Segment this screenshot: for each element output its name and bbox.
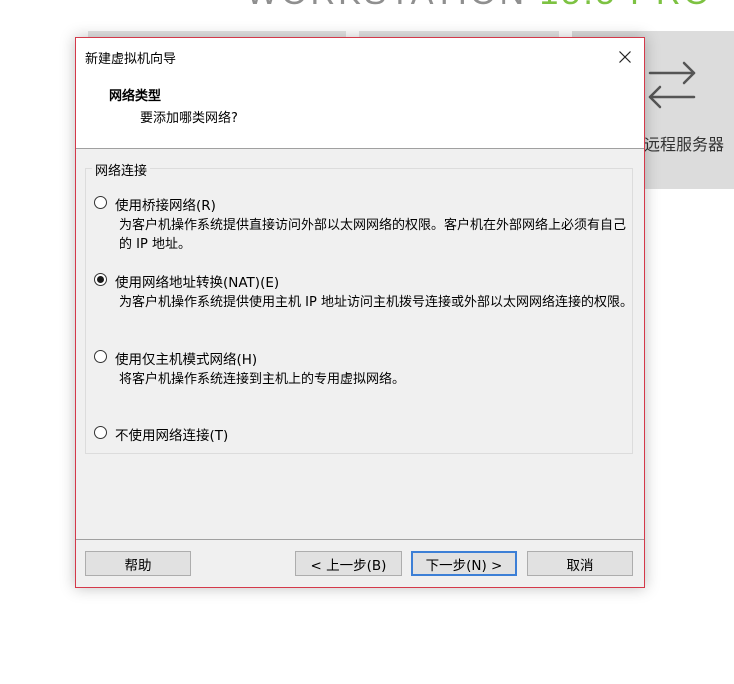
new-vm-wizard-dialog: 新建虚拟机向导 网络类型 要添加哪类网络? 网络连接 使用桥接网络(R) 为客户… xyxy=(75,37,645,588)
remote-server-label: 远程服务器 xyxy=(644,135,725,154)
dialog-title: 新建虚拟机向导 xyxy=(85,52,177,67)
group-label: 网络连接 xyxy=(92,160,151,179)
remote-server-arrows-icon xyxy=(648,61,696,109)
radio-host-only[interactable] xyxy=(94,350,107,363)
footer-divider xyxy=(76,539,644,540)
next-button[interactable]: 下一步(N) > xyxy=(411,551,517,576)
option-description: 为客户机操作系统提供使用主机 IP 地址访问主机拨号连接或外部以太网网络连接的权… xyxy=(119,295,633,310)
brand-edition: PRO xyxy=(630,0,713,12)
option-description: 为客户机操作系统提供直接访问外部以太网网络的权限。客户机在外部网络上必须有自己的… xyxy=(119,218,627,252)
help-button[interactable]: 帮助 xyxy=(85,551,191,576)
page-subheading: 要添加哪类网络? xyxy=(140,111,238,126)
page-heading: 网络类型 xyxy=(109,89,162,104)
option-description: 将客户机操作系统连接到主机上的专用虚拟网络。 xyxy=(119,372,406,387)
network-connection-group: 网络连接 使用桥接网络(R) 为客户机操作系统提供直接访问外部以太网网络的权限。… xyxy=(85,160,633,454)
option-label[interactable]: 使用网络地址转换(NAT)(E) xyxy=(115,271,279,291)
close-icon xyxy=(619,51,631,63)
radio-nat[interactable] xyxy=(94,273,107,286)
close-button[interactable] xyxy=(612,44,638,70)
app-brand-logo: WORKSTATION 15.5 PRO xyxy=(246,0,713,13)
dialog-header: 新建虚拟机向导 网络类型 要添加哪类网络? xyxy=(76,38,644,149)
brand-product: WORKSTATION xyxy=(246,0,527,12)
option-label[interactable]: 使用仅主机模式网络(H) xyxy=(115,348,257,368)
radio-no-network[interactable] xyxy=(94,426,107,439)
brand-version: 15.5 xyxy=(540,0,618,12)
radio-bridged[interactable] xyxy=(94,196,107,209)
option-label[interactable]: 不使用网络连接(T) xyxy=(115,424,228,444)
back-button[interactable]: < 上一步(B) xyxy=(295,551,402,576)
cancel-button[interactable]: 取消 xyxy=(527,551,633,576)
option-label[interactable]: 使用桥接网络(R) xyxy=(115,194,216,214)
